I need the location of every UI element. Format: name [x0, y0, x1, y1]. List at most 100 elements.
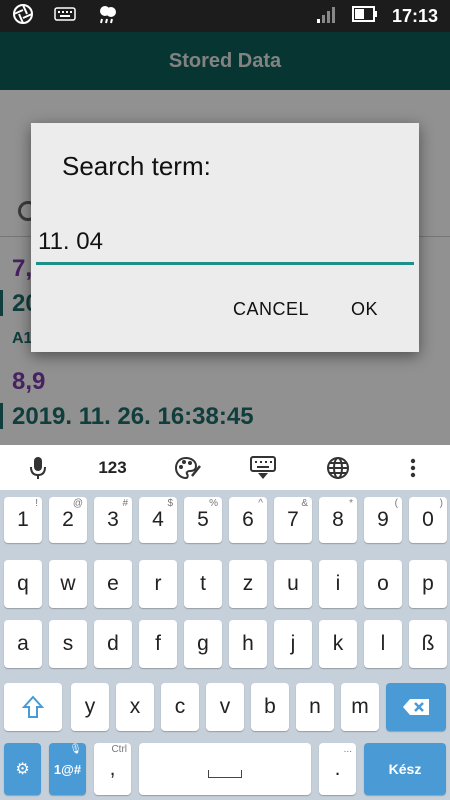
key-label: k: [332, 632, 344, 655]
key-hint: &: [301, 498, 308, 509]
key-z[interactable]: z: [229, 560, 267, 608]
key-hint: !: [35, 498, 38, 509]
language-button[interactable]: [300, 445, 375, 490]
key-label: h: [242, 632, 254, 655]
key-3[interactable]: 3 #: [94, 497, 132, 543]
key-7[interactable]: 7 &: [274, 497, 312, 543]
key-y[interactable]: y: [71, 683, 109, 731]
key-label: i: [335, 572, 341, 595]
key-hint: *: [349, 498, 353, 509]
key-w[interactable]: w: [49, 560, 87, 608]
key-ß[interactable]: ß: [409, 620, 447, 668]
key-r[interactable]: r: [139, 560, 177, 608]
key-label: q: [17, 572, 29, 595]
signal-icon: [316, 5, 338, 28]
key-4[interactable]: 4 $: [139, 497, 177, 543]
ok-button[interactable]: OK: [351, 299, 378, 320]
key-5[interactable]: 5%: [184, 497, 222, 543]
key-label: l: [380, 632, 386, 655]
key-q[interactable]: q: [4, 560, 42, 608]
backspace-icon: [403, 699, 429, 715]
more-button[interactable]: [375, 445, 450, 490]
key-m[interactable]: m: [341, 683, 379, 731]
soft-keyboard: ⚙ 1@# 🎙 , Ctrl . ... Kész 1! 2 @3 #4 $5% 6 ^ 7 &…: [0, 490, 450, 800]
microphone-button[interactable]: [0, 445, 75, 490]
status-bar: 17:13: [0, 0, 450, 32]
comma-hint: Ctrl: [111, 744, 127, 755]
key-v[interactable]: v: [206, 683, 244, 731]
key-label: 5: [197, 508, 209, 531]
key-label: 0: [422, 508, 434, 531]
key-l[interactable]: l: [364, 620, 402, 668]
search-term-input[interactable]: [36, 221, 414, 265]
key-d[interactable]: d: [94, 620, 132, 668]
theme-button[interactable]: [150, 445, 225, 490]
keyboard-icon: [54, 6, 76, 27]
key-k[interactable]: k: [319, 620, 357, 668]
key-label: s: [62, 632, 74, 655]
key-label: 6: [242, 508, 254, 531]
key-j[interactable]: j: [274, 620, 312, 668]
keyboard-toolbar: 123: [0, 445, 450, 490]
microphone-hint-icon: 🎙: [69, 744, 82, 755]
symbols-label: 1@#: [53, 761, 82, 777]
done-label: Kész: [388, 761, 422, 777]
key-1[interactable]: 1!: [4, 497, 42, 543]
key-label: e: [107, 572, 119, 595]
gear-icon: ⚙: [15, 761, 30, 778]
key-b[interactable]: b: [251, 683, 289, 731]
key-label: n: [309, 695, 321, 718]
key-label: 4: [152, 508, 164, 531]
key-label: 3: [107, 508, 119, 531]
key-label: 8: [332, 508, 344, 531]
settings-key[interactable]: ⚙: [4, 743, 41, 795]
key-s[interactable]: s: [49, 620, 87, 668]
cancel-button[interactable]: CANCEL: [233, 299, 309, 320]
key-label: 1: [17, 508, 29, 531]
done-key[interactable]: Kész: [364, 743, 446, 795]
key-o[interactable]: o: [364, 560, 402, 608]
key-9[interactable]: 9(: [364, 497, 402, 543]
key-f[interactable]: f: [139, 620, 177, 668]
weather-icon: [96, 3, 120, 30]
palette-icon: [174, 456, 201, 479]
key-0[interactable]: 0): [409, 497, 447, 543]
key-h[interactable]: h: [229, 620, 267, 668]
key-u[interactable]: u: [274, 560, 312, 608]
key-e[interactable]: e: [94, 560, 132, 608]
key-label: t: [200, 572, 206, 595]
key-label: g: [197, 632, 209, 655]
key-x[interactable]: x: [116, 683, 154, 731]
key-hint: %: [209, 498, 218, 509]
comma-key[interactable]: , Ctrl: [94, 743, 131, 795]
key-n[interactable]: n: [296, 683, 334, 731]
key-label: z: [242, 572, 254, 595]
key-6[interactable]: 6 ^: [229, 497, 267, 543]
shift-icon: [22, 695, 44, 718]
numbers-button[interactable]: 123: [75, 445, 150, 490]
key-label: o: [377, 572, 389, 595]
key-label: d: [107, 632, 119, 655]
period-key[interactable]: . ...: [319, 743, 356, 795]
key-g[interactable]: g: [184, 620, 222, 668]
hide-keyboard-button[interactable]: [225, 445, 300, 490]
backspace-key[interactable]: [386, 683, 446, 731]
aperture-icon: [12, 3, 34, 30]
key-label: 2: [62, 508, 74, 531]
key-i[interactable]: i: [319, 560, 357, 608]
key-2[interactable]: 2 @: [49, 497, 87, 543]
numbers-label: 123: [98, 457, 127, 477]
key-label: r: [154, 572, 162, 595]
key-hint: $: [167, 498, 173, 509]
key-a[interactable]: a: [4, 620, 42, 668]
key-t[interactable]: t: [184, 560, 222, 608]
key-hint: ^: [258, 498, 263, 509]
space-key[interactable]: [139, 743, 311, 795]
key-p[interactable]: p: [409, 560, 447, 608]
key-8[interactable]: 8 *: [319, 497, 357, 543]
comma-label: ,: [109, 757, 116, 780]
period-label: .: [334, 757, 341, 780]
symbols-key[interactable]: 1@# 🎙: [49, 743, 86, 795]
shift-key[interactable]: [4, 683, 62, 731]
key-c[interactable]: c: [161, 683, 199, 731]
